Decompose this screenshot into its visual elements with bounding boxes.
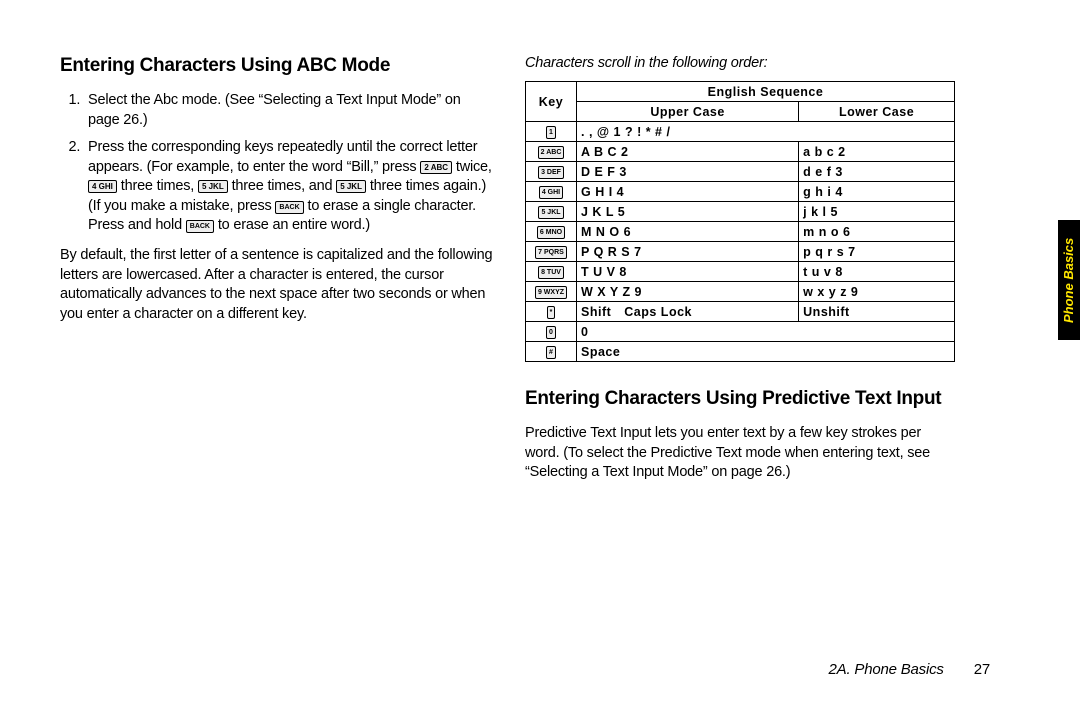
cell-lower: p q r s 7 [799,242,955,262]
row-key-icon: 7 PQRS [535,246,567,259]
cell-upper: 0 [577,322,955,342]
step-2-text-g: to erase an entire word.) [218,217,370,233]
cell-upper: . , @ 1 ? ! * # / [577,122,955,142]
row-key-icon: # [546,346,556,359]
step-2-text-d: three times, and [232,178,337,194]
cell-upper: Space [577,342,955,362]
table-row: 5 JKL J K L 5j k l 5 [526,202,955,222]
keycap-4-icon: 4 GHI [88,180,117,193]
cell-upper: T U V 8 [577,262,799,282]
table-row: 9 WXYZ W X Y Z 9w x y z 9 [526,282,955,302]
keycap-2-icon: 2 ABC [420,161,452,174]
table-row: * Shift Caps LockUnshift [526,302,955,322]
th-lower: Lower Case [799,102,955,122]
cell-lower: t u v 8 [799,262,955,282]
cell-upper: W X Y Z 9 [577,282,799,302]
cell-lower: m n o 6 [799,222,955,242]
page-footer: 2A. Phone Basics 27 [829,661,990,678]
table-row: 2 ABC A B C 2a b c 2 [526,142,955,162]
th-upper: Upper Case [577,102,799,122]
row-key-icon: 2 ABC [538,146,565,159]
cell-upper: Shift Caps Lock [577,302,799,322]
keycap-5b-icon: 5 JKL [336,180,366,193]
side-tab-phone-basics: Phone Basics [1058,220,1080,340]
cell-lower: Unshift [799,302,955,322]
th-english-sequence: English Sequence [577,82,955,102]
predictive-paragraph: Predictive Text Input lets you enter tex… [525,424,955,483]
step-1: Select the Abc mode. (See “Selecting a T… [84,91,495,130]
row-key-icon: 4 GHI [539,186,563,199]
cell-lower: d e f 3 [799,162,955,182]
table-row: 00 [526,322,955,342]
table-row: 1 . , @ 1 ? ! * # / [526,122,955,142]
cell-upper: P Q R S 7 [577,242,799,262]
heading-abc-mode: Entering Characters Using ABC Mode [60,55,495,77]
table-row: 8 TUV T U V 8t u v 8 [526,262,955,282]
table-row: 6 MNO M N O 6m n o 6 [526,222,955,242]
abc-default-paragraph: By default, the first letter of a senten… [60,246,495,324]
table-row: # Space [526,342,955,362]
keycap-back-icon: BACK [275,201,303,214]
cell-upper: D E F 3 [577,162,799,182]
th-key: Key [526,82,577,122]
footer-page-number: 27 [974,661,990,678]
keycap-5-icon: 5 JKL [198,180,228,193]
table-row: 3 DEF D E F 3d e f 3 [526,162,955,182]
cell-upper: G H I 4 [577,182,799,202]
heading-predictive: Entering Characters Using Predictive Tex… [525,388,955,410]
row-key-icon: 6 MNO [537,226,565,239]
step-2-text-a: Press the corresponding keys repeatedly … [88,139,477,175]
step-2-text-b: twice, [456,159,492,175]
row-key-icon: 5 JKL [538,206,563,219]
cell-lower: j k l 5 [799,202,955,222]
row-key-icon: 9 WXYZ [535,286,567,299]
table-row: 4 GHI G H I 4g h i 4 [526,182,955,202]
keycap-back2-icon: BACK [186,220,214,233]
step-2-text-c: three times, [121,178,198,194]
step-2: Press the corresponding keys repeatedly … [84,138,495,236]
table-row: 7 PQRS P Q R S 7p q r s 7 [526,242,955,262]
cell-upper: J K L 5 [577,202,799,222]
char-scroll-intro: Characters scroll in the following order… [525,55,955,71]
cell-upper: M N O 6 [577,222,799,242]
row-key-icon: 1 [546,126,556,139]
row-key-icon: * [547,306,556,319]
footer-section: 2A. Phone Basics [829,661,944,678]
cell-lower: a b c 2 [799,142,955,162]
char-sequence-table: Key English Sequence Upper Case Lower Ca… [525,81,955,362]
cell-upper: A B C 2 [577,142,799,162]
cell-lower: w x y z 9 [799,282,955,302]
cell-lower: g h i 4 [799,182,955,202]
row-key-icon: 0 [546,326,556,339]
row-key-icon: 8 TUV [538,266,564,279]
row-key-icon: 3 DEF [538,166,564,179]
